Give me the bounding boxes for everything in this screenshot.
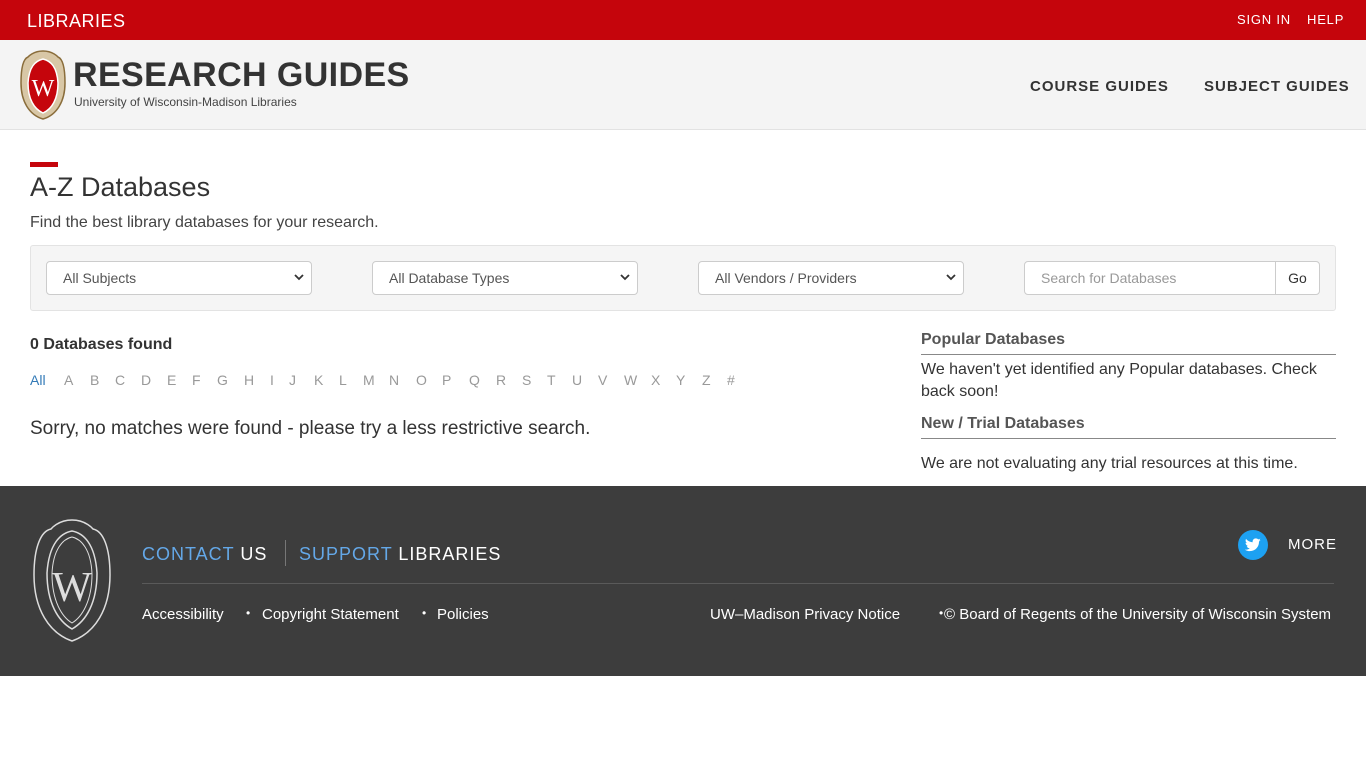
nav-course-guides[interactable]: COURSE GUIDES: [1030, 78, 1169, 95]
letter-link-n[interactable]: N: [389, 372, 399, 388]
letter-link-h[interactable]: H: [244, 372, 254, 388]
popular-databases-heading: Popular Databases: [921, 331, 1336, 355]
letter-link-all[interactable]: All: [30, 372, 46, 388]
letter-link-hash[interactable]: #: [727, 372, 735, 388]
top-bar: LIBRARIES SIGN IN HELP: [0, 0, 1366, 40]
filter-panel: All Subjects All Database Types All Vend…: [30, 245, 1336, 311]
site-subtitle: University of Wisconsin-Madison Librarie…: [74, 95, 297, 109]
footer-bullet: •: [246, 606, 251, 620]
help-link[interactable]: HELP: [1307, 12, 1344, 27]
letter-link-s[interactable]: S: [522, 372, 531, 388]
svg-text:W: W: [32, 76, 55, 102]
sign-in-link[interactable]: SIGN IN: [1237, 12, 1291, 27]
footer-bullet: •: [939, 606, 944, 620]
vendor-select[interactable]: All Vendors / Providers: [698, 261, 964, 295]
twitter-icon[interactable]: [1238, 530, 1268, 560]
letter-link-g[interactable]: G: [217, 372, 228, 388]
support-libraries-label: LIBRARIES: [398, 544, 502, 564]
alphabet-filter: All A B C D E F G H I J K L M N O P Q R S T U V W X Y Z #: [30, 372, 750, 390]
results-count: 0 Databases found: [30, 336, 173, 353]
letter-link-l[interactable]: L: [339, 372, 347, 388]
contact-us-label: US: [240, 544, 268, 564]
page-title: A-Z Databases: [30, 172, 211, 202]
more-link[interactable]: MORE: [1288, 536, 1337, 553]
vendor-select-value: All Vendors / Providers: [715, 270, 857, 286]
search-go-button[interactable]: Go: [1275, 261, 1320, 295]
nav-subject-guides[interactable]: SUBJECT GUIDES: [1204, 78, 1350, 95]
letter-link-c[interactable]: C: [115, 372, 125, 388]
database-search-input[interactable]: [1024, 261, 1276, 295]
letter-link-r[interactable]: R: [496, 372, 506, 388]
database-type-select-value: All Database Types: [389, 270, 510, 286]
letter-link-f[interactable]: F: [192, 372, 201, 388]
letter-link-e[interactable]: E: [167, 372, 176, 388]
trial-databases-heading: New / Trial Databases: [921, 415, 1336, 439]
popular-databases-text: We haven't yet identified any Popular da…: [921, 361, 1317, 400]
support-label: SUPPORT: [299, 544, 393, 564]
contact-us-link[interactable]: CONTACT US: [142, 544, 267, 565]
svg-text:W: W: [52, 565, 92, 611]
letter-link-j[interactable]: J: [289, 372, 296, 388]
copyright-statement-link[interactable]: Copyright Statement: [262, 606, 399, 623]
letter-link-y[interactable]: Y: [676, 372, 685, 388]
letter-link-m[interactable]: M: [363, 372, 375, 388]
letter-link-o[interactable]: O: [416, 372, 427, 388]
contact-label: CONTACT: [142, 544, 235, 564]
footer-divider: [285, 540, 286, 566]
chevron-down-icon: [620, 274, 630, 281]
footer-separator: [142, 583, 1334, 584]
letter-link-v[interactable]: V: [598, 372, 607, 388]
title-accent-bar: [30, 162, 58, 167]
letter-link-d[interactable]: D: [141, 372, 151, 388]
letter-link-b[interactable]: B: [90, 372, 99, 388]
letter-link-a[interactable]: A: [64, 372, 73, 388]
libraries-home-link[interactable]: LIBRARIES: [27, 11, 126, 32]
database-type-select[interactable]: All Database Types: [372, 261, 638, 295]
page-description: Find the best library databases for your…: [30, 214, 379, 231]
chevron-down-icon: [294, 274, 304, 281]
site-title[interactable]: RESEARCH GUIDES: [73, 56, 410, 95]
letter-link-q[interactable]: Q: [469, 372, 480, 388]
copyright-text: © Board of Regents of the University of …: [944, 606, 1332, 623]
letter-link-p[interactable]: P: [442, 372, 451, 388]
support-libraries-link[interactable]: SUPPORT LIBRARIES: [299, 544, 501, 565]
letter-link-k[interactable]: K: [314, 372, 323, 388]
footer-bullet: •: [422, 606, 427, 620]
site-footer: W CONTACT US SUPPORT LIBRARIES MORE Acce…: [0, 486, 1366, 676]
letter-link-x[interactable]: X: [651, 372, 660, 388]
policies-link[interactable]: Policies: [437, 606, 489, 623]
uw-crest-icon[interactable]: W: [19, 49, 67, 121]
accessibility-link[interactable]: Accessibility: [142, 606, 224, 623]
trial-databases-text: We are not evaluating any trial resource…: [921, 455, 1298, 472]
uw-crest-icon[interactable]: W: [31, 517, 113, 644]
site-header: W RESEARCH GUIDES University of Wisconsi…: [0, 40, 1366, 130]
letter-link-w[interactable]: W: [624, 372, 637, 388]
letter-link-z[interactable]: Z: [702, 372, 711, 388]
no-results-message: Sorry, no matches were found - please tr…: [30, 418, 591, 439]
chevron-down-icon: [946, 274, 956, 281]
subject-select[interactable]: All Subjects: [46, 261, 312, 295]
privacy-notice-link[interactable]: UW–Madison Privacy Notice: [710, 606, 900, 623]
letter-link-t[interactable]: T: [547, 372, 556, 388]
letter-link-u[interactable]: U: [572, 372, 582, 388]
letter-link-i[interactable]: I: [270, 372, 274, 388]
subject-select-value: All Subjects: [63, 270, 137, 286]
